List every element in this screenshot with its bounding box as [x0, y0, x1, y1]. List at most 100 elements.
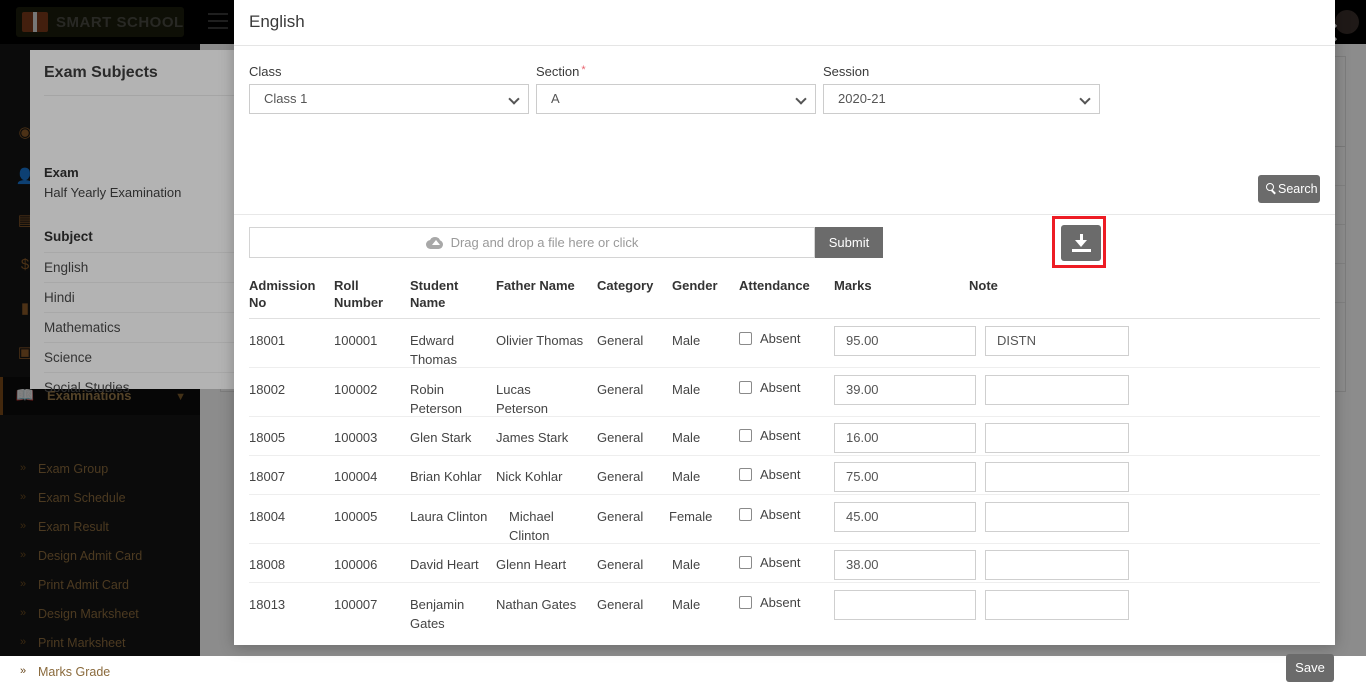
- table-row: 18005 100003 Glen Stark James Stark Gene…: [249, 417, 1320, 456]
- save-button[interactable]: Save: [1286, 654, 1334, 682]
- absent-checkbox[interactable]: [739, 556, 752, 569]
- subject-item-hindi[interactable]: Hindi: [44, 282, 234, 312]
- dropzone-text: Drag and drop a file here or click: [451, 235, 639, 250]
- search-button[interactable]: Search: [1258, 175, 1320, 203]
- cell-roll-number: 100003: [334, 428, 404, 447]
- session-select-value: 2020-21: [838, 91, 886, 106]
- search-button-label: Search: [1278, 175, 1318, 203]
- column-category: Category: [597, 277, 657, 294]
- cell-roll-number: 100005: [334, 507, 404, 526]
- divider: [44, 95, 234, 96]
- marks-input[interactable]: 38.00: [834, 550, 976, 580]
- column-note: Note: [969, 277, 1017, 294]
- absent-label: Absent: [760, 595, 800, 610]
- cell-roll-number: 100004: [334, 467, 404, 486]
- absent-checkbox[interactable]: [739, 332, 752, 345]
- cell-admission-no: 18013: [249, 595, 329, 614]
- absent-checkbox[interactable]: [739, 508, 752, 521]
- absent-checkbox[interactable]: [739, 429, 752, 442]
- absent-checkbox[interactable]: [739, 596, 752, 609]
- note-input[interactable]: [985, 590, 1129, 620]
- cell-student-name: Laura Clinton: [410, 507, 502, 526]
- panel-title: Exam Subjects: [44, 64, 158, 82]
- cell-gender: Male: [672, 428, 728, 447]
- submit-button[interactable]: Submit: [815, 227, 883, 258]
- required-asterisk: *: [581, 64, 585, 76]
- file-dropzone[interactable]: Drag and drop a file here or click: [249, 227, 815, 258]
- cell-admission-no: 18007: [249, 467, 329, 486]
- session-select[interactable]: 2020-21: [823, 84, 1100, 114]
- marks-input[interactable]: 45.00: [834, 502, 976, 532]
- table-row: 18004 100005 Laura Clinton Michael Clint…: [249, 495, 1320, 544]
- note-input[interactable]: [985, 375, 1129, 405]
- note-input[interactable]: [985, 550, 1129, 580]
- cell-gender: Male: [672, 467, 728, 486]
- class-label: Class: [249, 64, 282, 79]
- cell-category: General: [597, 595, 663, 614]
- cell-category: General: [597, 467, 663, 486]
- note-input[interactable]: DISTN: [985, 326, 1129, 356]
- table-row: 18001 100001 Edward Thomas Olivier Thoma…: [249, 319, 1320, 368]
- cell-gender: Male: [672, 555, 728, 574]
- cell-father-name: Lucas Peterson: [496, 380, 584, 418]
- session-label: Session: [823, 64, 869, 79]
- class-select[interactable]: Class 1: [249, 84, 529, 114]
- table-row: 18002 100002 Robin Peterson Lucas Peters…: [249, 368, 1320, 417]
- marks-input[interactable]: 39.00: [834, 375, 976, 405]
- cell-admission-no: 18002: [249, 380, 329, 399]
- cell-category: General: [597, 428, 663, 447]
- section-select[interactable]: A: [536, 84, 816, 114]
- modal-body: Class Class 1 Section* A Session 2020-21…: [234, 46, 1335, 645]
- cloud-upload-icon: [426, 237, 443, 249]
- chevron-down-icon: [1079, 93, 1090, 104]
- exam-label: Exam: [44, 165, 79, 180]
- marks-input[interactable]: 16.00: [834, 423, 976, 453]
- column-roll-number: Roll Number: [334, 277, 390, 311]
- chevron-right-icon: »: [20, 665, 26, 677]
- subject-item-english[interactable]: English: [44, 252, 234, 282]
- download-button[interactable]: [1061, 225, 1101, 261]
- cell-gender: Female: [669, 507, 729, 526]
- table-row: 18007 100004 Brian Kohlar Nick Kohlar Ge…: [249, 456, 1320, 495]
- cell-admission-no: 18008: [249, 555, 329, 574]
- marks-entry-modal: English Class Class 1 Section* A Session…: [234, 0, 1335, 645]
- absent-checkbox[interactable]: [739, 381, 752, 394]
- absent-label: Absent: [760, 331, 800, 346]
- cell-category: General: [597, 507, 663, 526]
- table-header-row: Admission No Roll Number Student Name Fa…: [249, 271, 1320, 319]
- cell-father-name: Glenn Heart: [496, 555, 592, 574]
- subject-item-social-studies[interactable]: Social Studies: [44, 372, 234, 402]
- sidebar-item-marks-grade[interactable]: » Marks Grade: [0, 658, 200, 687]
- cell-category: General: [597, 331, 663, 350]
- cell-student-name: Robin Peterson: [410, 380, 490, 418]
- chevron-down-icon: [508, 93, 519, 104]
- highlight-box-download: [1052, 216, 1106, 268]
- marks-input[interactable]: 75.00: [834, 462, 976, 492]
- note-input[interactable]: [985, 502, 1129, 532]
- sidebar-item-label: Marks Grade: [38, 665, 110, 679]
- cell-admission-no: 18001: [249, 331, 329, 350]
- column-gender: Gender: [672, 277, 726, 294]
- absent-checkbox[interactable]: [739, 468, 752, 481]
- note-input[interactable]: [985, 462, 1129, 492]
- modal-header: English: [234, 0, 1335, 46]
- note-input[interactable]: [985, 423, 1129, 453]
- table-row: 18008 100006 David Heart Glenn Heart Gen…: [249, 544, 1320, 583]
- cell-father-name: James Stark: [496, 428, 592, 447]
- cell-student-name: Glen Stark: [410, 428, 496, 447]
- exam-value: Half Yearly Examination: [44, 185, 181, 200]
- cell-student-name: Brian Kohlar: [410, 467, 496, 486]
- column-attendance: Attendance: [739, 277, 823, 294]
- marks-input[interactable]: [834, 590, 976, 620]
- absent-label: Absent: [760, 507, 800, 522]
- cell-admission-no: 18005: [249, 428, 329, 447]
- cell-father-name: Nick Kohlar: [496, 467, 592, 486]
- marks-input[interactable]: 95.00: [834, 326, 976, 356]
- cell-category: General: [597, 380, 663, 399]
- page-title: English: [249, 12, 305, 32]
- cell-roll-number: 100001: [334, 331, 404, 350]
- subject-item-science[interactable]: Science: [44, 342, 234, 372]
- cell-gender: Male: [672, 380, 728, 399]
- absent-label: Absent: [760, 555, 800, 570]
- subject-item-mathematics[interactable]: Mathematics: [44, 312, 234, 342]
